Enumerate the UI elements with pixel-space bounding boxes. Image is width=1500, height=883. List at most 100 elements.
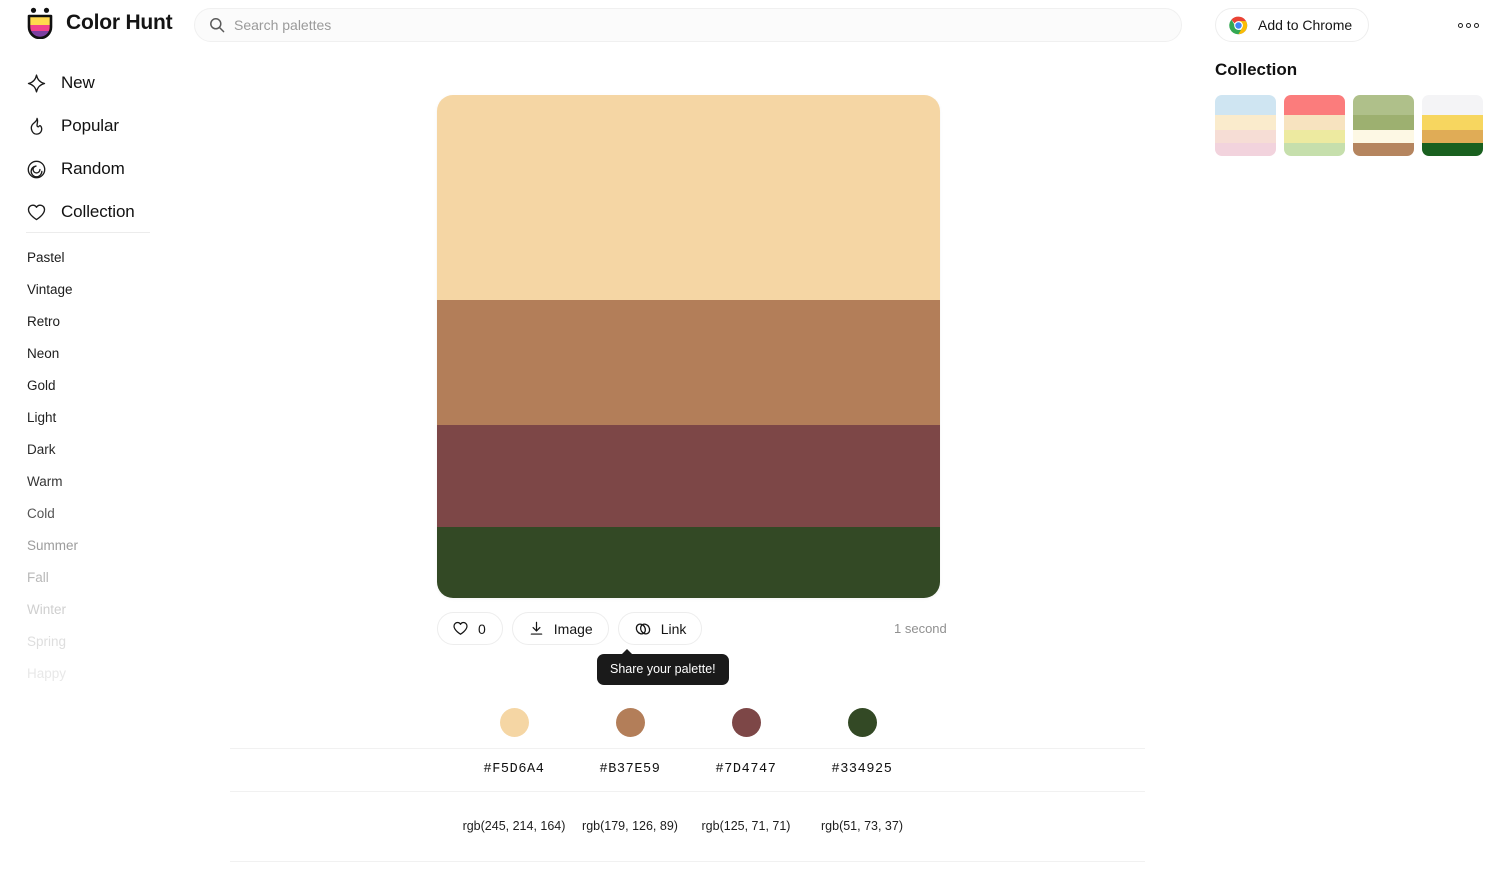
sidebar-tag-fall[interactable]: Fall [27,570,49,585]
more-dot [1465,22,1471,28]
palette-detail-table: #F5D6A4 #B37E59 #7D4747 #334925 rgb(245,… [230,697,1145,863]
sidebar-tag-dark[interactable]: Dark [27,442,56,457]
sidebar-item-new[interactable]: New [26,70,95,96]
collection-grid [1215,95,1500,156]
sidebar-tag-pastel[interactable]: Pastel [27,250,65,265]
like-button[interactable]: 0 [437,612,503,645]
sparkle-diamond-icon [27,73,46,93]
bottom-rule-row [230,861,1145,863]
mini-palette-band [1422,143,1483,156]
palette-band-3[interactable] [437,425,940,527]
mini-palette-band [1284,130,1345,143]
mini-palette-band [1215,95,1276,115]
mini-palette-band [1215,115,1276,130]
mini-palette-band [1353,115,1414,130]
more-options-button[interactable] [1452,14,1484,36]
hex-value-3[interactable]: #7D4747 [688,762,804,777]
sidebar-tag-happy[interactable]: Happy [27,666,66,681]
rgb-value-4[interactable]: rgb(51, 73, 37) [804,819,920,833]
color-swatch-1[interactable] [499,708,529,737]
palette-band-2[interactable] [437,300,940,425]
sidebar-tag-vintage[interactable]: Vintage [27,282,73,297]
collection-palette-4[interactable] [1422,95,1483,156]
sidebar-item-random[interactable]: Random [26,156,125,182]
heart-icon [27,203,46,220]
swatch-row [230,697,1145,748]
search-bar[interactable] [194,8,1182,42]
rgb-value-3[interactable]: rgb(125, 71, 71) [688,819,804,833]
swatch-cell [688,708,804,737]
brand-name: Color Hunt [66,11,173,34]
sidebar-tag-light[interactable]: Light [27,410,56,425]
spiral-icon [27,160,46,178]
share-tooltip: Share your palette! [597,649,729,685]
sidebar-tag-cold[interactable]: Cold [27,506,55,521]
collection-palette-2[interactable] [1284,95,1345,156]
color-swatch-4[interactable] [847,708,877,737]
search-input[interactable] [234,9,1167,41]
sidebar-tag-spring[interactable]: Spring [27,634,66,649]
palette-card[interactable] [437,95,940,598]
hex-row: #F5D6A4 #B37E59 #7D4747 #334925 [230,748,1145,791]
hex-value-2[interactable]: #B37E59 [572,762,688,777]
heart-icon [453,621,468,635]
palette-band-1[interactable] [437,95,940,300]
sidebar-tag-winter[interactable]: Winter [27,602,66,617]
mini-palette-band [1353,130,1414,143]
collection-palette-3[interactable] [1353,95,1414,156]
copy-link-button[interactable]: Link [617,612,703,645]
sidebar-item-label: Popular [61,116,119,135]
add-to-chrome-label: Add to Chrome [1258,17,1353,33]
search-icon [210,18,225,33]
more-dot [1457,22,1463,28]
sidebar-tag-gold[interactable]: Gold [27,378,56,393]
add-to-chrome-button[interactable]: Add to Chrome [1215,8,1370,42]
mini-palette-band [1284,143,1345,156]
collection-panel: Collection [1215,60,1500,156]
rgb-value-1[interactable]: rgb(245, 214, 164) [456,819,572,833]
mini-palette-band [1422,130,1483,143]
sidebar-tag-retro[interactable]: Retro [27,314,60,329]
mini-palette-band [1215,143,1276,156]
sidebar-item-label: Random [61,159,125,178]
more-dot [1473,22,1479,28]
table-rule [230,748,1145,749]
color-swatch-2[interactable] [615,708,645,737]
sidebar-item-label: New [61,73,95,92]
table-rule [230,791,1145,792]
mini-palette-band [1215,130,1276,143]
color-hunt-logo-icon [27,7,53,39]
sidebar-tag-warm[interactable]: Warm [27,474,63,489]
palette-actions: 0 Image Link [437,612,703,645]
collection-palette-1[interactable] [1215,95,1276,156]
palette-timestamp: 1 second [894,621,947,636]
sidebar-item-collection[interactable]: Collection [26,199,135,225]
mini-palette-band [1422,95,1483,115]
sidebar-divider [26,232,150,233]
download-image-button[interactable]: Image [511,612,609,645]
mini-palette-band [1353,143,1414,156]
mini-palette-band [1284,95,1345,115]
color-swatch-3[interactable] [731,708,761,737]
rgb-row: rgb(245, 214, 164) rgb(179, 126, 89) rgb… [230,791,1145,861]
swatch-cell [572,708,688,737]
palette-band-4[interactable] [437,527,940,598]
download-icon [530,621,543,635]
mini-palette-band [1422,115,1483,130]
like-count: 0 [478,620,486,637]
swatch-cell [804,708,920,737]
flame-icon [30,117,43,135]
sidebar-tag-summer[interactable]: Summer [27,538,78,553]
sidebar-tag-neon[interactable]: Neon [27,346,59,361]
download-image-label: Image [553,620,593,637]
brand-logo[interactable]: Color Hunt [25,7,173,39]
table-rule [230,861,1145,862]
sidebar-item-label: Collection [61,202,135,221]
collection-title: Collection [1215,60,1298,79]
rgb-value-2[interactable]: rgb(179, 126, 89) [572,819,688,833]
sidebar-item-popular[interactable]: Popular [26,113,119,139]
chrome-logo-icon [1229,16,1248,34]
hex-value-1[interactable]: #F5D6A4 [456,762,572,777]
chain-link-icon [635,622,650,635]
hex-value-4[interactable]: #334925 [804,762,920,777]
